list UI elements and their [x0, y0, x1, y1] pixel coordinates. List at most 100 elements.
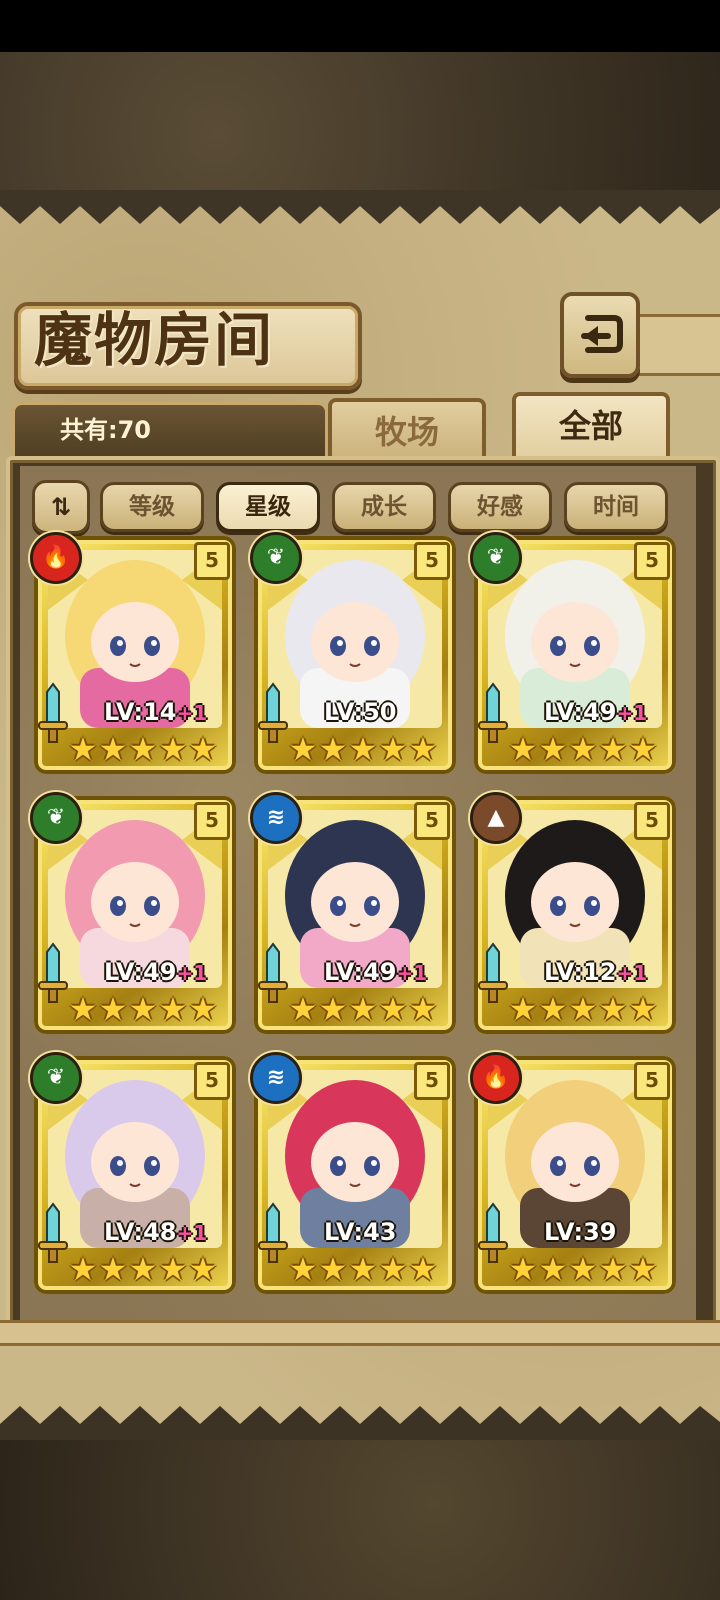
monster-count: 共有:70 [60, 416, 151, 444]
level-text: LV:39 [544, 1218, 617, 1246]
star-icon: ★ [188, 990, 218, 1028]
level-label: LV:12+1 [544, 956, 647, 988]
monster-card[interactable]: ❦ 5 LV:48+1 ★ ★ ★ ★ ★ [30, 1052, 236, 1294]
level-text: LV:49 [324, 958, 397, 986]
star-icon: ★ [288, 990, 318, 1028]
leaf-icon: ❦ [250, 532, 302, 584]
star-icon: ★ [508, 1250, 538, 1288]
level-label: LV:49+1 [544, 696, 647, 728]
star-icon: ★ [188, 730, 218, 768]
sort-affection-button[interactable]: 好感 [448, 482, 552, 532]
sort-order-toggle[interactable]: ⇅ [32, 480, 90, 534]
star-icon: ★ [538, 990, 568, 1028]
star-icon: ★ [628, 990, 658, 1028]
star-icon: ★ [628, 1250, 658, 1288]
tab-all[interactable]: 全部 [512, 392, 670, 466]
rank-badge: 5 [414, 802, 450, 840]
torn-edge-bottom [0, 1406, 720, 1445]
rank-badge: 5 [634, 802, 670, 840]
level-bonus: +1 [176, 701, 208, 725]
rank-badge: 5 [194, 802, 230, 840]
star-icon: ★ [408, 730, 438, 768]
map-background-bottom [0, 1440, 720, 1600]
star-icon: ★ [158, 1250, 188, 1288]
star-rating: ★ ★ ★ ★ ★ [288, 992, 438, 1026]
status-bar [0, 0, 720, 52]
level-bonus: +1 [616, 701, 648, 725]
fire-icon: 🔥 [470, 1052, 522, 1104]
star-icon: ★ [348, 730, 378, 768]
star-icon: ★ [68, 990, 98, 1028]
star-icon: ★ [508, 730, 538, 768]
star-icon: ★ [378, 730, 408, 768]
sort-growth-button[interactable]: 成长 [332, 482, 436, 532]
rank-badge: 5 [634, 1062, 670, 1100]
star-icon: ★ [188, 1250, 218, 1288]
star-rating: ★ ★ ★ ★ ★ [68, 992, 218, 1026]
level-label: LV:49+1 [104, 956, 207, 988]
back-button[interactable] [560, 292, 640, 378]
leaf-icon: ❦ [30, 1052, 82, 1104]
level-label: LV:48+1 [104, 1216, 207, 1248]
star-icon: ★ [128, 990, 158, 1028]
star-icon: ★ [508, 990, 538, 1028]
monster-card[interactable]: 🔥 5 LV:39 ★ ★ ★ ★ ★ [470, 1052, 676, 1294]
rank-badge: 5 [194, 542, 230, 580]
level-bonus: +1 [616, 961, 648, 985]
back-rail [630, 314, 720, 376]
return-arrow-icon [581, 315, 623, 353]
rank-badge: 5 [414, 542, 450, 580]
monster-card[interactable]: ❦ 5 LV:49+1 ★ ★ ★ ★ ★ [30, 792, 236, 1034]
star-icon: ★ [128, 1250, 158, 1288]
star-icon: ★ [568, 1250, 598, 1288]
star-rating: ★ ★ ★ ★ ★ [508, 1252, 658, 1286]
level-text: LV:49 [544, 698, 617, 726]
star-icon: ★ [68, 730, 98, 768]
monster-card[interactable]: ≋ 5 LV:43 ★ ★ ★ ★ ★ [250, 1052, 456, 1294]
level-label: LV:39 [544, 1216, 616, 1248]
sword-icon [38, 942, 68, 1003]
monster-card[interactable]: ▲ 5 LV:12+1 ★ ★ ★ ★ ★ [470, 792, 676, 1034]
star-icon: ★ [378, 990, 408, 1028]
water-icon: ≋ [250, 792, 302, 844]
sort-level-button[interactable]: 等级 [100, 482, 204, 532]
sword-icon [38, 1202, 68, 1263]
star-icon: ★ [598, 730, 628, 768]
sword-icon [478, 1202, 508, 1263]
monster-card[interactable]: ≋ 5 LV:49+1 ★ ★ ★ ★ ★ [250, 792, 456, 1034]
level-bonus: +1 [176, 961, 208, 985]
star-icon: ★ [288, 730, 318, 768]
map-background-top [0, 52, 720, 190]
sort-star-button[interactable]: 星级 [216, 482, 320, 532]
water-icon: ≋ [250, 1052, 302, 1104]
level-bonus: +1 [396, 961, 428, 985]
mountain-icon: ▲ [470, 792, 522, 844]
star-icon: ★ [158, 730, 188, 768]
star-icon: ★ [598, 1250, 628, 1288]
monster-card[interactable]: ❦ 5 LV:49+1 ★ ★ ★ ★ ★ [470, 532, 676, 774]
star-rating: ★ ★ ★ ★ ★ [68, 1252, 218, 1286]
level-label: LV:50 [324, 696, 396, 728]
star-icon: ★ [98, 990, 128, 1028]
sword-icon [258, 682, 288, 743]
page-title: 魔物房间 [34, 306, 275, 374]
star-icon: ★ [538, 730, 568, 768]
star-rating: ★ ★ ★ ★ ★ [288, 1252, 438, 1286]
star-icon: ★ [318, 1250, 348, 1288]
sort-time-button[interactable]: 时间 [564, 482, 668, 532]
star-icon: ★ [98, 1250, 128, 1288]
panel-bottom-rail [0, 1320, 720, 1346]
sword-icon [258, 1202, 288, 1263]
tab-ranch[interactable]: 牧场 [328, 398, 486, 464]
monster-card[interactable]: ❦ 5 LV:50 ★ ★ ★ ★ ★ [250, 532, 456, 774]
level-text: LV:12 [544, 958, 617, 986]
star-rating: ★ ★ ★ ★ ★ [68, 732, 218, 766]
level-text: LV:14 [104, 698, 177, 726]
star-icon: ★ [318, 990, 348, 1028]
monster-card[interactable]: 🔥 5 LV:14+1 ★ ★ ★ ★ ★ [30, 532, 236, 774]
level-text: LV:50 [324, 698, 397, 726]
rank-badge: 5 [194, 1062, 230, 1100]
star-icon: ★ [408, 1250, 438, 1288]
star-icon: ★ [538, 1250, 568, 1288]
star-icon: ★ [68, 1250, 98, 1288]
